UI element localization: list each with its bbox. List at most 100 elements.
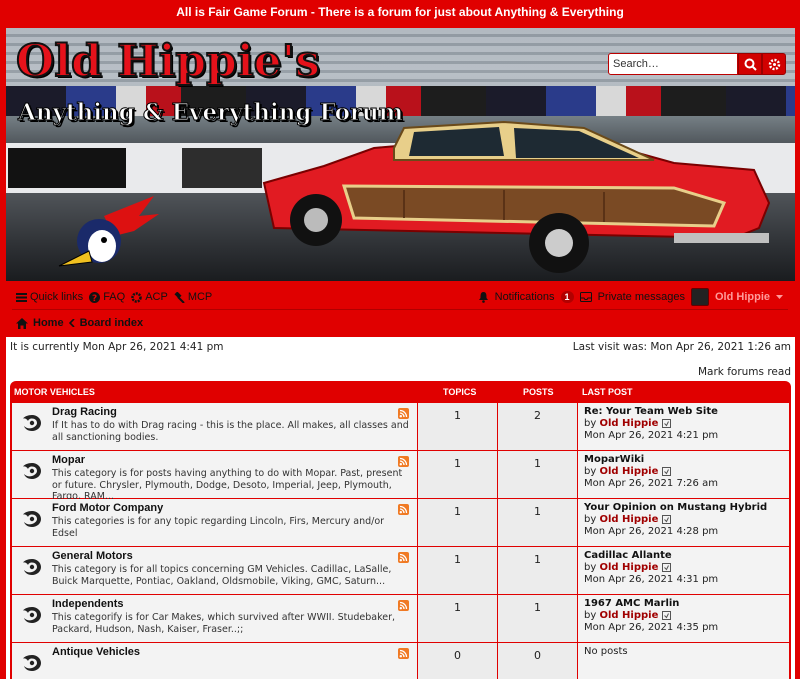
navbar: Quick links ? FAQ ACP MCP Notifications … (6, 281, 795, 337)
view-latest-post-icon[interactable] (662, 418, 672, 428)
forum-title-link[interactable]: Independents (52, 598, 411, 611)
acp-label: ACP (145, 291, 168, 303)
last-post-cell: No posts (578, 643, 789, 679)
posts-count: 1 (498, 499, 577, 546)
mcp-label: MCP (187, 291, 213, 303)
forum-row: Drag Racing If It has to do with Drag ra… (12, 403, 789, 450)
forum-row: Mopar This category is for posts having … (12, 451, 789, 502)
site-tagline: All is Fair Game Forum - There is a foru… (176, 5, 624, 19)
last-post-byline: by Old Hippie (584, 418, 785, 430)
advanced-search-button[interactable] (762, 53, 786, 75)
last-post-cell: Your Opinion on Mustang Hybrid by Old Hi… (578, 499, 789, 546)
last-post-date: No posts (584, 646, 628, 657)
view-latest-post-icon[interactable] (662, 514, 672, 524)
forum-info-cell: Antique Vehicles (12, 643, 417, 679)
forum-title-link[interactable]: Drag Racing (52, 406, 411, 419)
rss-feed-icon[interactable] (398, 552, 409, 563)
breadcrumb-home[interactable]: Home (33, 317, 64, 329)
header-banner: Old Hippie's Anything & Everything Forum… (6, 28, 795, 281)
bell-icon (478, 292, 488, 303)
notifications-link[interactable]: Notifications (495, 291, 555, 303)
by-label: by (584, 562, 597, 573)
search-input[interactable]: Search… (608, 53, 738, 75)
gears-icon (131, 291, 142, 303)
column-topics: TOPICS (443, 387, 477, 397)
last-post-title-link[interactable]: Your Opinion on Mustang Hybrid (584, 502, 785, 514)
forum-title-link[interactable]: Antique Vehicles (52, 646, 411, 659)
search-icon (744, 58, 757, 71)
by-label: by (584, 514, 597, 525)
username-menu[interactable]: Old Hippie (715, 291, 770, 303)
forum-list-header: MOTOR VEHICLES TOPICS POSTS LAST POST (10, 381, 791, 403)
private-messages-link[interactable]: Private messages (598, 291, 685, 303)
avatar[interactable] (691, 288, 709, 306)
forum-info-cell: Drag Racing If It has to do with Drag ra… (12, 403, 417, 450)
last-post-date: Mon Apr 26, 2021 7:26 am (584, 478, 718, 489)
forum-title-link[interactable]: Ford Motor Company (52, 502, 411, 515)
station-wagon-image (262, 120, 771, 273)
rss-feed-icon[interactable] (398, 648, 409, 659)
hamburger-icon (16, 293, 27, 302)
forum-description: If It has to do with Drag racing - this … (52, 420, 409, 443)
last-post-title-link[interactable]: Re: Your Team Web Site (584, 406, 785, 418)
forum-row: Antique Vehicles 0 0 No posts (12, 643, 789, 679)
rss-feed-icon[interactable] (398, 408, 409, 419)
rss-feed-icon[interactable] (398, 456, 409, 467)
posts-count: 1 (498, 547, 577, 594)
forum-read-icon (23, 415, 41, 431)
by-label: by (584, 418, 597, 429)
topics-count: 1 (418, 499, 497, 546)
forum-info-cell: Mopar This category is for posts having … (12, 451, 417, 502)
view-latest-post-icon[interactable] (662, 466, 672, 476)
rss-feed-icon[interactable] (398, 600, 409, 611)
posts-count: 2 (498, 403, 577, 450)
last-post-date: Mon Apr 26, 2021 4:28 pm (584, 526, 719, 537)
svg-text:?: ? (92, 294, 97, 303)
view-latest-post-icon[interactable] (662, 610, 672, 620)
column-posts: POSTS (523, 387, 554, 397)
forum-title-link[interactable]: General Motors (52, 550, 411, 563)
category-title[interactable]: MOTOR VEHICLES (14, 387, 95, 397)
last-post-author-link[interactable]: Old Hippie (599, 466, 658, 477)
acp-link[interactable]: ACP (131, 291, 168, 303)
logo-subtitle[interactable]: Anything & Everything Forum (17, 98, 403, 128)
last-post-author-link[interactable]: Old Hippie (599, 562, 658, 573)
last-post-date: Mon Apr 26, 2021 4:21 pm (584, 430, 719, 441)
last-post-author-link[interactable]: Old Hippie (599, 418, 658, 429)
quick-links-menu[interactable]: Quick links (16, 291, 83, 303)
rss-feed-icon[interactable] (398, 504, 409, 515)
last-post-cell: MoparWiki by Old Hippie Mon Apr 26, 2021… (578, 451, 789, 498)
forum-row: Ford Motor Company This categories is fo… (12, 499, 789, 546)
by-label: by (584, 466, 597, 477)
mark-forums-read-link[interactable]: Mark forums read (698, 366, 791, 378)
logo-title[interactable]: Old Hippie's (15, 37, 321, 87)
question-icon: ? (89, 291, 101, 303)
forum-read-icon (23, 607, 41, 623)
mcp-link[interactable]: MCP (174, 291, 212, 303)
last-post-title-link[interactable]: Cadillac Allante (584, 550, 785, 562)
last-post-author-link[interactable]: Old Hippie (599, 610, 658, 621)
last-post-byline: by Old Hippie (584, 562, 785, 574)
faq-link[interactable]: ? FAQ (89, 291, 125, 303)
home-icon (16, 317, 28, 329)
forum-read-icon (23, 655, 41, 671)
posts-count: 1 (498, 595, 577, 642)
forum-row: General Motors This category is for all … (12, 547, 789, 594)
forum-read-icon (23, 463, 41, 479)
forum-row: Independents This categorify is for Car … (12, 595, 789, 642)
forum-title-link[interactable]: Mopar (52, 454, 411, 467)
by-label: by (584, 610, 597, 621)
last-post-date: Mon Apr 26, 2021 4:35 pm (584, 622, 719, 633)
search-button[interactable] (738, 53, 762, 75)
current-time: It is currently Mon Apr 26, 2021 4:41 pm (10, 341, 224, 353)
topics-count: 1 (418, 595, 497, 642)
breadcrumb-board-index[interactable]: Board index (80, 317, 144, 329)
last-post-author-link[interactable]: Old Hippie (599, 514, 658, 525)
view-latest-post-icon[interactable] (662, 562, 672, 572)
notifications-count-badge[interactable]: 1 (560, 291, 574, 303)
last-post-title-link[interactable]: 1967 AMC Marlin (584, 598, 785, 610)
quick-links-label: Quick links (30, 291, 84, 303)
last-post-title-link[interactable]: MoparWiki (584, 454, 785, 466)
chevron-left-icon (68, 319, 75, 327)
forum-description: This category is for all topics concerni… (52, 564, 392, 587)
